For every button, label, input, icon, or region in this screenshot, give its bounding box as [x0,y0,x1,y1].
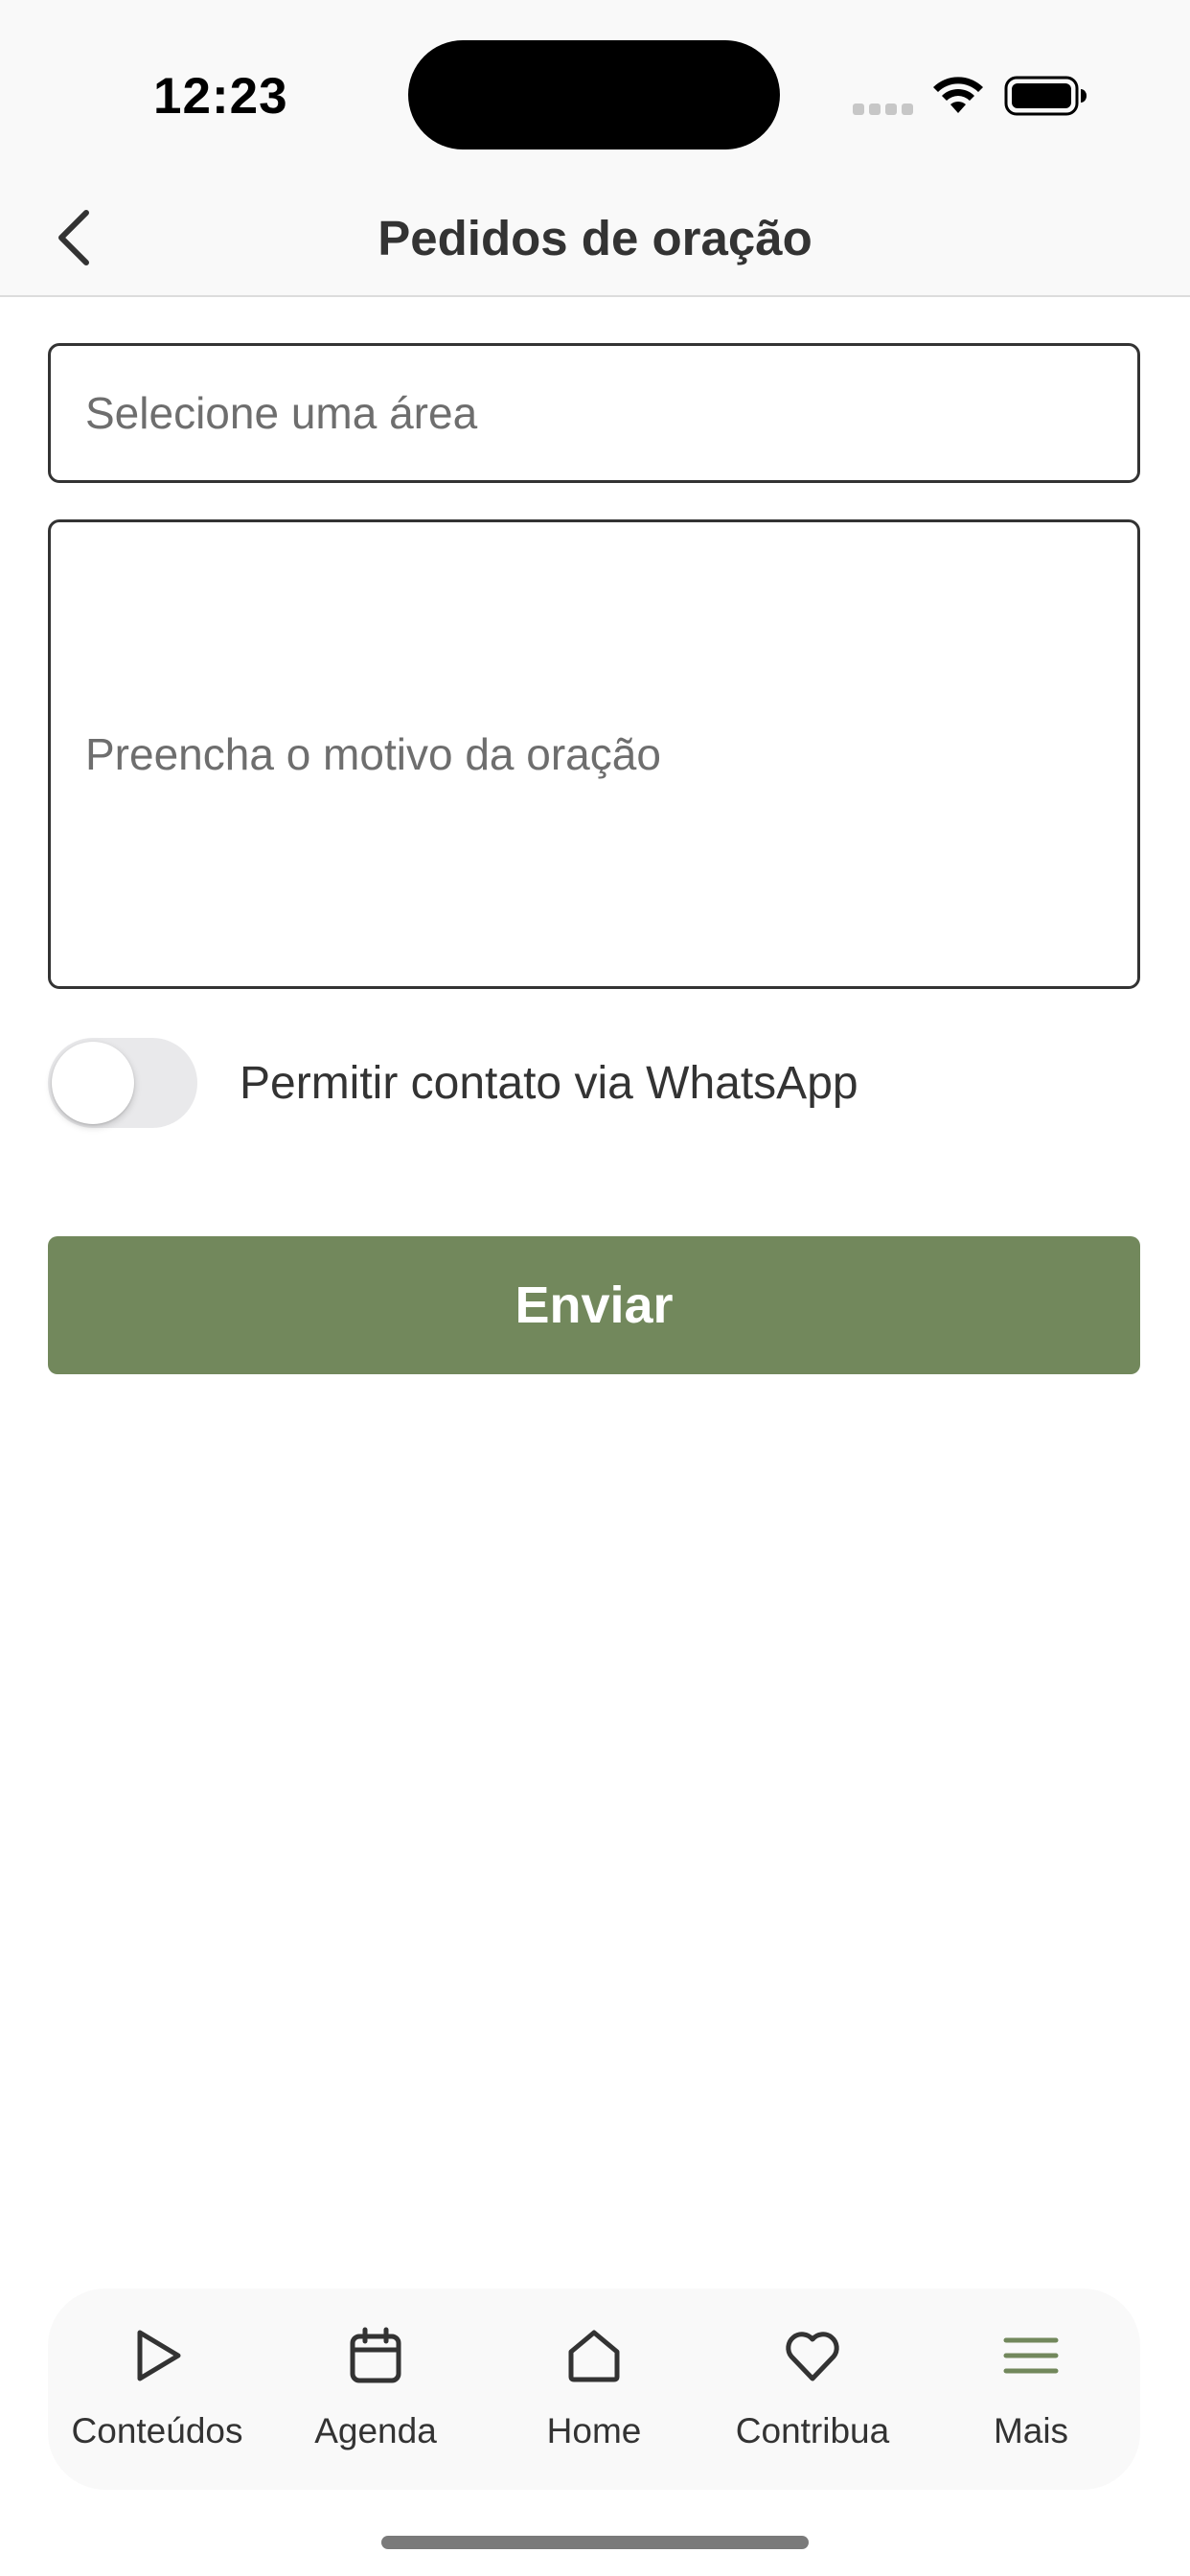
tab-contribua[interactable]: Contribua [703,2288,922,2490]
heart-icon [786,2332,839,2381]
tab-home[interactable]: Home [485,2288,703,2490]
tab-label: Home [546,2411,642,2450]
tab-label: Agenda [314,2411,437,2450]
tab-conteudos[interactable]: Conteúdos [48,2288,266,2490]
prayer-reason-textarea[interactable]: Preencha o motivo da oração [48,519,1140,989]
prayer-reason-placeholder: Preencha o motivo da oração [85,729,661,779]
area-select-placeholder: Selecione uma área [85,388,478,438]
battery-icon [1004,76,1087,116]
calendar-icon [350,2327,401,2383]
whatsapp-contact-row: Permitir contato via WhatsApp [48,1037,1140,1129]
chevron-left-icon [58,210,89,265]
tab-bar: Conteúdos Agenda Home Contribua Mais [48,2288,1140,2490]
tab-label: Mais [993,2411,1069,2450]
whatsapp-contact-label: Permitir contato via WhatsApp [240,1057,858,1109]
page-title: Pedidos de oração [378,211,812,265]
tab-label: Contribua [735,2411,890,2450]
back-button[interactable] [34,199,111,276]
cellular-signal-icon [853,104,914,115]
play-icon [137,2330,181,2381]
home-indicator [381,2536,809,2549]
tab-agenda[interactable]: Agenda [266,2288,485,2490]
tab-mais[interactable]: Mais [922,2288,1140,2490]
wifi-icon [933,77,983,113]
prayer-requests-screen: 12:23 Pedidos de oração Selecione uma ár… [0,0,1190,2576]
send-button[interactable]: Enviar [48,1236,1140,1374]
area-select[interactable]: Selecione uma área [48,343,1140,483]
toggle-knob [52,1042,134,1124]
home-icon [568,2330,620,2382]
status-bar: 12:23 [0,0,1190,182]
navigation-bar: Pedidos de oração [0,182,1190,297]
dynamic-island [408,40,780,150]
whatsapp-contact-toggle[interactable] [48,1038,197,1128]
status-time: 12:23 [153,68,288,125]
tab-label: Conteúdos [71,2411,243,2450]
menu-icon [1003,2337,1059,2374]
